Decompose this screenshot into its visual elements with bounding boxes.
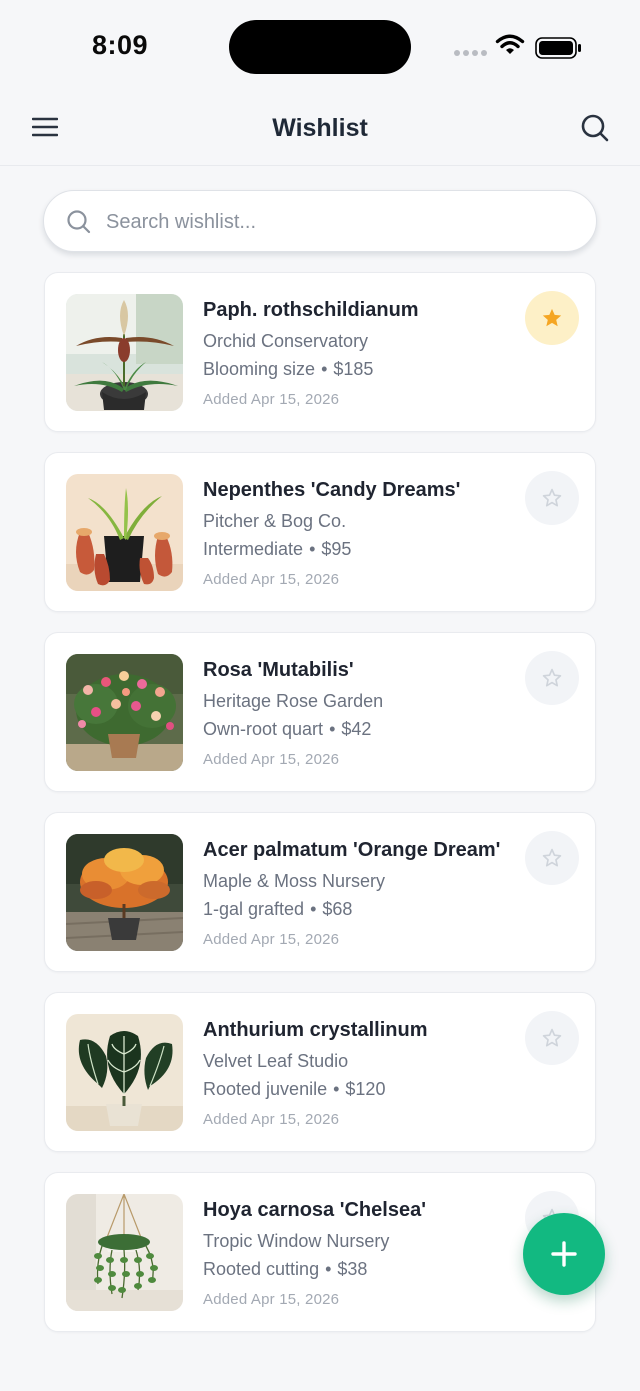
added-date: Added Apr 15, 2026 xyxy=(203,751,340,768)
plant-size: Rooted cutting xyxy=(203,1259,320,1279)
nav-bar: Wishlist xyxy=(0,92,640,166)
wishlist-card[interactable]: Paph. rothschildianum Orchid Conservator… xyxy=(44,272,596,432)
favorite-button[interactable] xyxy=(525,291,579,345)
size-price: Intermediate • $95 xyxy=(203,539,351,560)
added-date: Added Apr 15, 2026 xyxy=(203,1111,340,1128)
plant-name: Paph. rothschildianum xyxy=(203,299,419,321)
seller-name: Maple & Moss Nursery xyxy=(203,871,386,891)
seller-name: Velvet Leaf Studio xyxy=(203,1051,349,1071)
plant-size: 1-gal grafted xyxy=(203,899,305,919)
plant-photo xyxy=(66,294,183,411)
seller-name: Pitcher & Bog Co. xyxy=(203,511,347,531)
plant-name: Acer palmatum 'Orange Dream' xyxy=(203,839,501,861)
favorite-button[interactable] xyxy=(525,651,579,705)
plant-name: Anthurium crystallinum xyxy=(203,1019,428,1041)
meta-separator: • xyxy=(325,1259,332,1279)
plant-price: $68 xyxy=(322,899,353,919)
meta-separator: • xyxy=(329,719,336,739)
plant-photo xyxy=(66,1014,183,1131)
meta-separator: • xyxy=(310,899,317,919)
plant-photo xyxy=(66,474,183,591)
size-price: Rooted juvenile • $120 xyxy=(203,1079,385,1100)
size-price: Rooted cutting • $38 xyxy=(203,1259,367,1280)
added-date: Added Apr 15, 2026 xyxy=(203,931,340,948)
star-outline-icon xyxy=(542,848,562,867)
wishlist-card[interactable]: Acer palmatum 'Orange Dream' Maple & Mos… xyxy=(44,812,596,972)
added-date: Added Apr 15, 2026 xyxy=(203,571,340,588)
added-date: Added Apr 15, 2026 xyxy=(203,1291,340,1308)
plant-photo xyxy=(66,1194,183,1311)
favorite-button[interactable] xyxy=(525,831,579,885)
plant-price: $120 xyxy=(345,1079,386,1099)
plant-size: Blooming size xyxy=(203,359,316,379)
plant-name: Hoya carnosa 'Chelsea' xyxy=(203,1199,426,1221)
size-price: Own-root quart • $42 xyxy=(203,719,371,740)
star-filled-icon xyxy=(542,308,562,327)
plant-name: Rosa 'Mutabilis' xyxy=(203,659,354,681)
plant-size: Own-root quart xyxy=(203,719,324,739)
wishlist-card[interactable]: Anthurium crystallinum Velvet Leaf Studi… xyxy=(44,992,596,1152)
search-input[interactable] xyxy=(106,203,576,241)
wishlist-card[interactable]: Nepenthes 'Candy Dreams' Pitcher & Bog C… xyxy=(44,452,596,612)
meta-separator: • xyxy=(333,1079,340,1099)
wifi-icon xyxy=(495,34,525,54)
size-price: 1-gal grafted • $68 xyxy=(203,899,352,920)
plant-size: Rooted juvenile xyxy=(203,1079,328,1099)
plant-photo xyxy=(66,654,183,771)
status-time: 8:09 xyxy=(92,30,149,60)
plus-icon xyxy=(551,1241,577,1267)
plant-photo xyxy=(66,834,183,951)
search-bar[interactable] xyxy=(43,190,597,252)
search-icon[interactable] xyxy=(580,113,610,143)
favorite-button[interactable] xyxy=(525,1011,579,1065)
wishlist-card[interactable]: Rosa 'Mutabilis' Heritage Rose Garden Ow… xyxy=(44,632,596,792)
plant-price: $95 xyxy=(321,539,352,559)
plant-price: $185 xyxy=(333,359,374,379)
seller-name: Tropic Window Nursery xyxy=(203,1231,390,1251)
cellular-signal-icon xyxy=(454,50,487,56)
dynamic-island xyxy=(229,20,411,74)
meta-separator: • xyxy=(321,359,328,379)
meta-separator: • xyxy=(309,539,316,559)
plant-name: Nepenthes 'Candy Dreams' xyxy=(203,479,461,501)
seller-name: Heritage Rose Garden xyxy=(203,691,384,711)
star-outline-icon xyxy=(542,488,562,507)
page-title: Wishlist xyxy=(272,114,368,142)
battery-icon xyxy=(535,37,581,59)
plant-price: $38 xyxy=(337,1259,368,1279)
star-outline-icon xyxy=(542,668,562,687)
wishlist-card[interactable]: Hoya carnosa 'Chelsea' Tropic Window Nur… xyxy=(44,1172,596,1332)
search-field-icon xyxy=(67,210,91,234)
star-outline-icon xyxy=(542,1028,562,1047)
plant-size: Intermediate xyxy=(203,539,304,559)
wishlist: Paph. rothschildianum Orchid Conservator… xyxy=(44,272,596,1352)
favorite-button[interactable] xyxy=(525,471,579,525)
seller-name: Orchid Conservatory xyxy=(203,331,369,351)
plant-price: $42 xyxy=(341,719,372,739)
add-item-button[interactable] xyxy=(523,1213,605,1295)
added-date: Added Apr 15, 2026 xyxy=(203,391,340,408)
status-bar: 8:09 xyxy=(0,0,640,92)
size-price: Blooming size • $185 xyxy=(203,359,373,380)
